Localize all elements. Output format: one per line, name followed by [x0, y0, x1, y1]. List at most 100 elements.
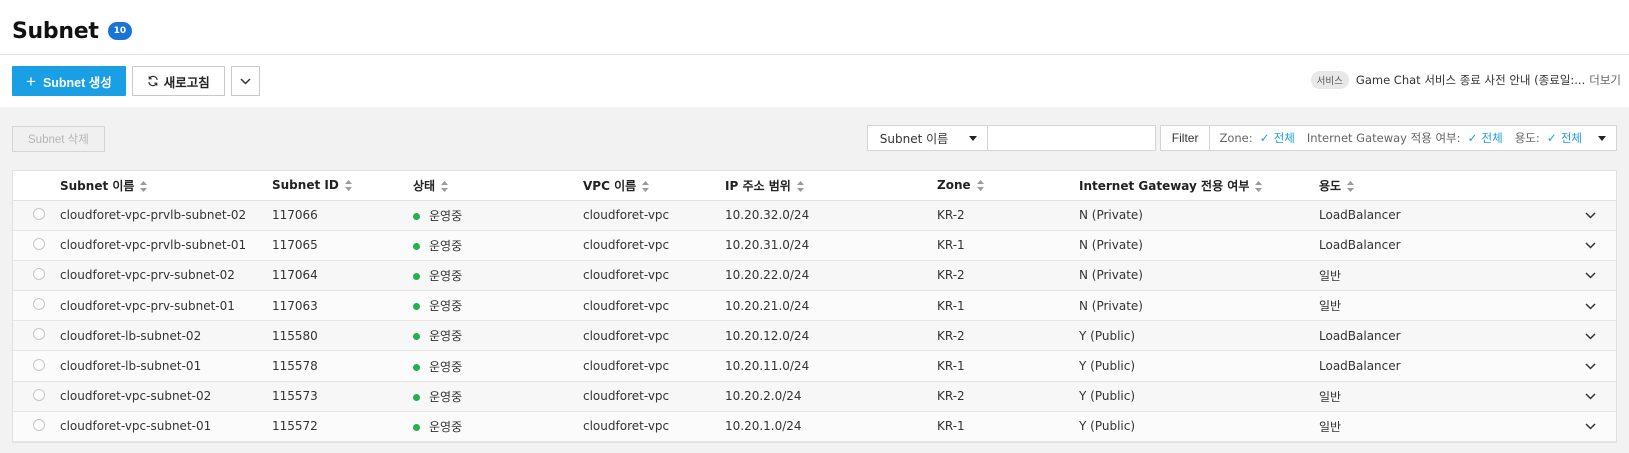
filter-summary[interactable]: Zone: ✓ 전체 Internet Gateway 적용 여부: ✓ 전체 …	[1210, 125, 1617, 151]
cell-igw: N (Private)	[1079, 260, 1319, 292]
sort-icon[interactable]	[1255, 180, 1263, 192]
notice-link[interactable]: Game Chat 서비스 종료 사전 안내 (종료일:...	[1356, 72, 1585, 88]
column-header[interactable]: Internet Gateway 전용 여부	[1079, 171, 1319, 201]
row-expand[interactable]	[1489, 200, 1616, 231]
cell-vpc-name: cloudforet-vpc	[583, 320, 725, 352]
row-select-radio[interactable]	[33, 328, 45, 341]
sort-icon[interactable]	[796, 180, 804, 192]
notice-more-link[interactable]: 더보기	[1589, 72, 1621, 88]
cell-zone: KR-2	[937, 200, 1079, 231]
filter-zone-value: 전체	[1273, 131, 1295, 145]
search-input[interactable]	[991, 127, 1147, 149]
cell-subnet-name: cloudforet-vpc-subnet-02	[60, 381, 272, 412]
chevron-down-icon[interactable]	[1585, 333, 1596, 340]
cell-subnet-id: 117063	[272, 290, 413, 322]
sort-icon[interactable]	[441, 180, 449, 192]
table-row[interactable]: cloudforet-vpc-prv-subnet-02 117064 운영중 …	[13, 260, 1616, 292]
cell-subnet-name: cloudforet-vpc-prv-subnet-02	[60, 260, 272, 292]
cell-subnet-id: 117064	[272, 260, 413, 292]
subnet-table-container: Subnet 이름 Subnet ID 상태 VPC 이름 IP 주소 범위 Z…	[12, 170, 1617, 443]
chevron-down-icon[interactable]	[1585, 423, 1596, 430]
status-running-icon	[413, 363, 420, 371]
column-header[interactable]: IP 주소 범위	[725, 171, 937, 201]
cell-ip-range: 10.20.21.0/24	[725, 290, 937, 322]
row-select-radio[interactable]	[33, 388, 45, 401]
row-select-radio[interactable]	[33, 298, 45, 311]
row-select-radio[interactable]	[33, 418, 45, 431]
search-field-select[interactable]: Subnet 이름	[866, 125, 988, 151]
row-expand[interactable]	[1489, 320, 1616, 352]
table-row[interactable]: cloudforet-vpc-prvlb-subnet-01 117065 운영…	[13, 230, 1616, 261]
page-title: Subnet	[12, 18, 99, 44]
search-group: Subnet 이름 Filter Zone: ✓ 전체 Internet Gat…	[866, 125, 1617, 151]
filter-usage-value: 전체	[1560, 131, 1582, 145]
row-expand[interactable]	[1489, 350, 1616, 382]
chevron-down-icon[interactable]	[1585, 242, 1596, 249]
table-row[interactable]: cloudforet-vpc-prv-subnet-01 117063 운영중 …	[13, 290, 1616, 322]
filter-button[interactable]: Filter	[1159, 125, 1211, 151]
filter-igw-label: Internet Gateway 적용 여부:	[1306, 131, 1461, 145]
cell-status: 운영중	[413, 290, 583, 322]
table-row[interactable]: cloudforet-lb-subnet-01 115578 운영중 cloud…	[13, 350, 1616, 382]
row-select-radio[interactable]	[33, 267, 45, 280]
notice-badge: 서비스	[1310, 71, 1349, 89]
sort-icon[interactable]	[642, 180, 650, 192]
check-icon: ✓	[1546, 131, 1557, 145]
refresh-button[interactable]: 새로고침	[131, 66, 225, 96]
table-row[interactable]: cloudforet-vpc-subnet-01 115572 운영중 clou…	[13, 411, 1616, 443]
cell-subnet-name: cloudforet-lb-subnet-02	[60, 320, 272, 352]
table-row[interactable]: cloudforet-vpc-subnet-02 115573 운영중 clou…	[13, 381, 1616, 412]
chevron-down-icon[interactable]	[1585, 393, 1596, 400]
chevron-down-icon[interactable]	[1585, 303, 1596, 310]
delete-subnet-button[interactable]: Subnet 삭제	[12, 125, 105, 152]
create-subnet-button[interactable]: + Subnet 생성	[12, 66, 126, 96]
search-field-label: Subnet 이름	[879, 131, 949, 146]
status-label: 운영중	[429, 238, 463, 253]
cell-subnet-id: 117065	[272, 230, 413, 261]
cell-zone: KR-1	[937, 290, 1079, 322]
cell-status: 운영중	[413, 381, 583, 412]
column-header[interactable]: 상태	[413, 171, 583, 201]
row-expand[interactable]	[1489, 411, 1616, 443]
row-select-radio[interactable]	[33, 358, 45, 371]
table-row[interactable]: cloudforet-lb-subnet-02 115580 운영중 cloud…	[13, 320, 1616, 352]
cell-igw: Y (Public)	[1079, 411, 1319, 443]
filter-zone-label: Zone:	[1219, 131, 1253, 145]
column-header[interactable]: 용도	[1319, 171, 1489, 201]
cell-usage: LoadBalancer	[1319, 230, 1489, 261]
cell-subnet-id: 117066	[272, 200, 413, 231]
cell-zone: KR-2	[937, 320, 1079, 352]
sort-icon[interactable]	[976, 180, 984, 192]
row-select-radio[interactable]	[33, 237, 45, 250]
cell-zone: KR-1	[937, 350, 1079, 382]
cell-subnet-name: cloudforet-vpc-prv-subnet-01	[60, 290, 272, 322]
chevron-down-icon[interactable]	[1585, 363, 1596, 370]
table-row[interactable]: cloudforet-vpc-prvlb-subnet-02 117066 운영…	[13, 200, 1616, 231]
column-header[interactable]: Zone	[937, 171, 1079, 201]
column-header[interactable]: Subnet 이름	[60, 171, 272, 201]
cell-igw: Y (Public)	[1079, 381, 1319, 412]
row-expand[interactable]	[1489, 260, 1616, 292]
column-header[interactable]: VPC 이름	[583, 171, 725, 201]
more-actions-dropdown[interactable]	[230, 66, 260, 96]
cell-ip-range: 10.20.2.0/24	[725, 381, 937, 412]
row-select-radio[interactable]	[33, 207, 45, 220]
cell-usage: 일반	[1319, 381, 1489, 412]
count-badge: 10	[107, 22, 133, 40]
sort-icon[interactable]	[344, 180, 352, 192]
cell-usage: LoadBalancer	[1319, 200, 1489, 231]
cell-status: 운영중	[413, 320, 583, 352]
cell-subnet-id: 115573	[272, 381, 413, 412]
sort-icon[interactable]	[140, 180, 148, 192]
row-expand[interactable]	[1489, 381, 1616, 412]
chevron-down-icon[interactable]	[1585, 212, 1596, 219]
sort-icon[interactable]	[1347, 180, 1355, 192]
subnet-table: Subnet 이름 Subnet ID 상태 VPC 이름 IP 주소 범위 Z…	[13, 171, 1616, 443]
row-expand[interactable]	[1489, 230, 1616, 261]
status-running-icon	[413, 303, 420, 311]
row-expand[interactable]	[1489, 290, 1616, 322]
column-header[interactable]: Subnet ID	[272, 171, 413, 201]
chevron-down-icon[interactable]	[1585, 272, 1596, 280]
cell-usage: 일반	[1319, 260, 1489, 292]
cell-status: 운영중	[413, 260, 583, 292]
